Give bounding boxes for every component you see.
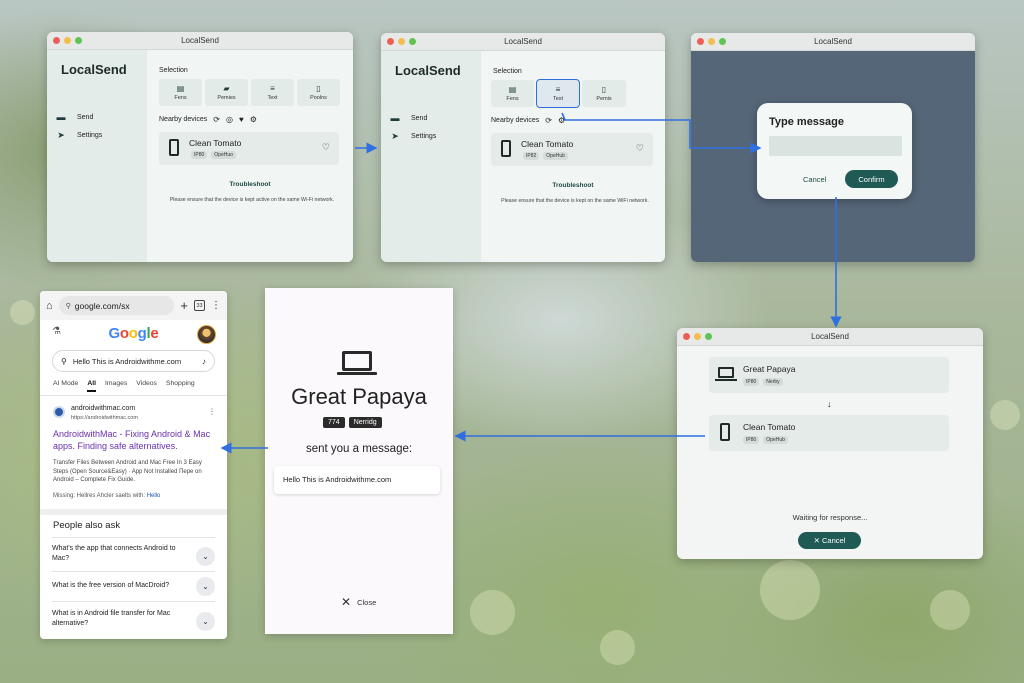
flow-arrows (220, 112, 842, 454)
arrow-text-to-dialog (561, 112, 762, 154)
